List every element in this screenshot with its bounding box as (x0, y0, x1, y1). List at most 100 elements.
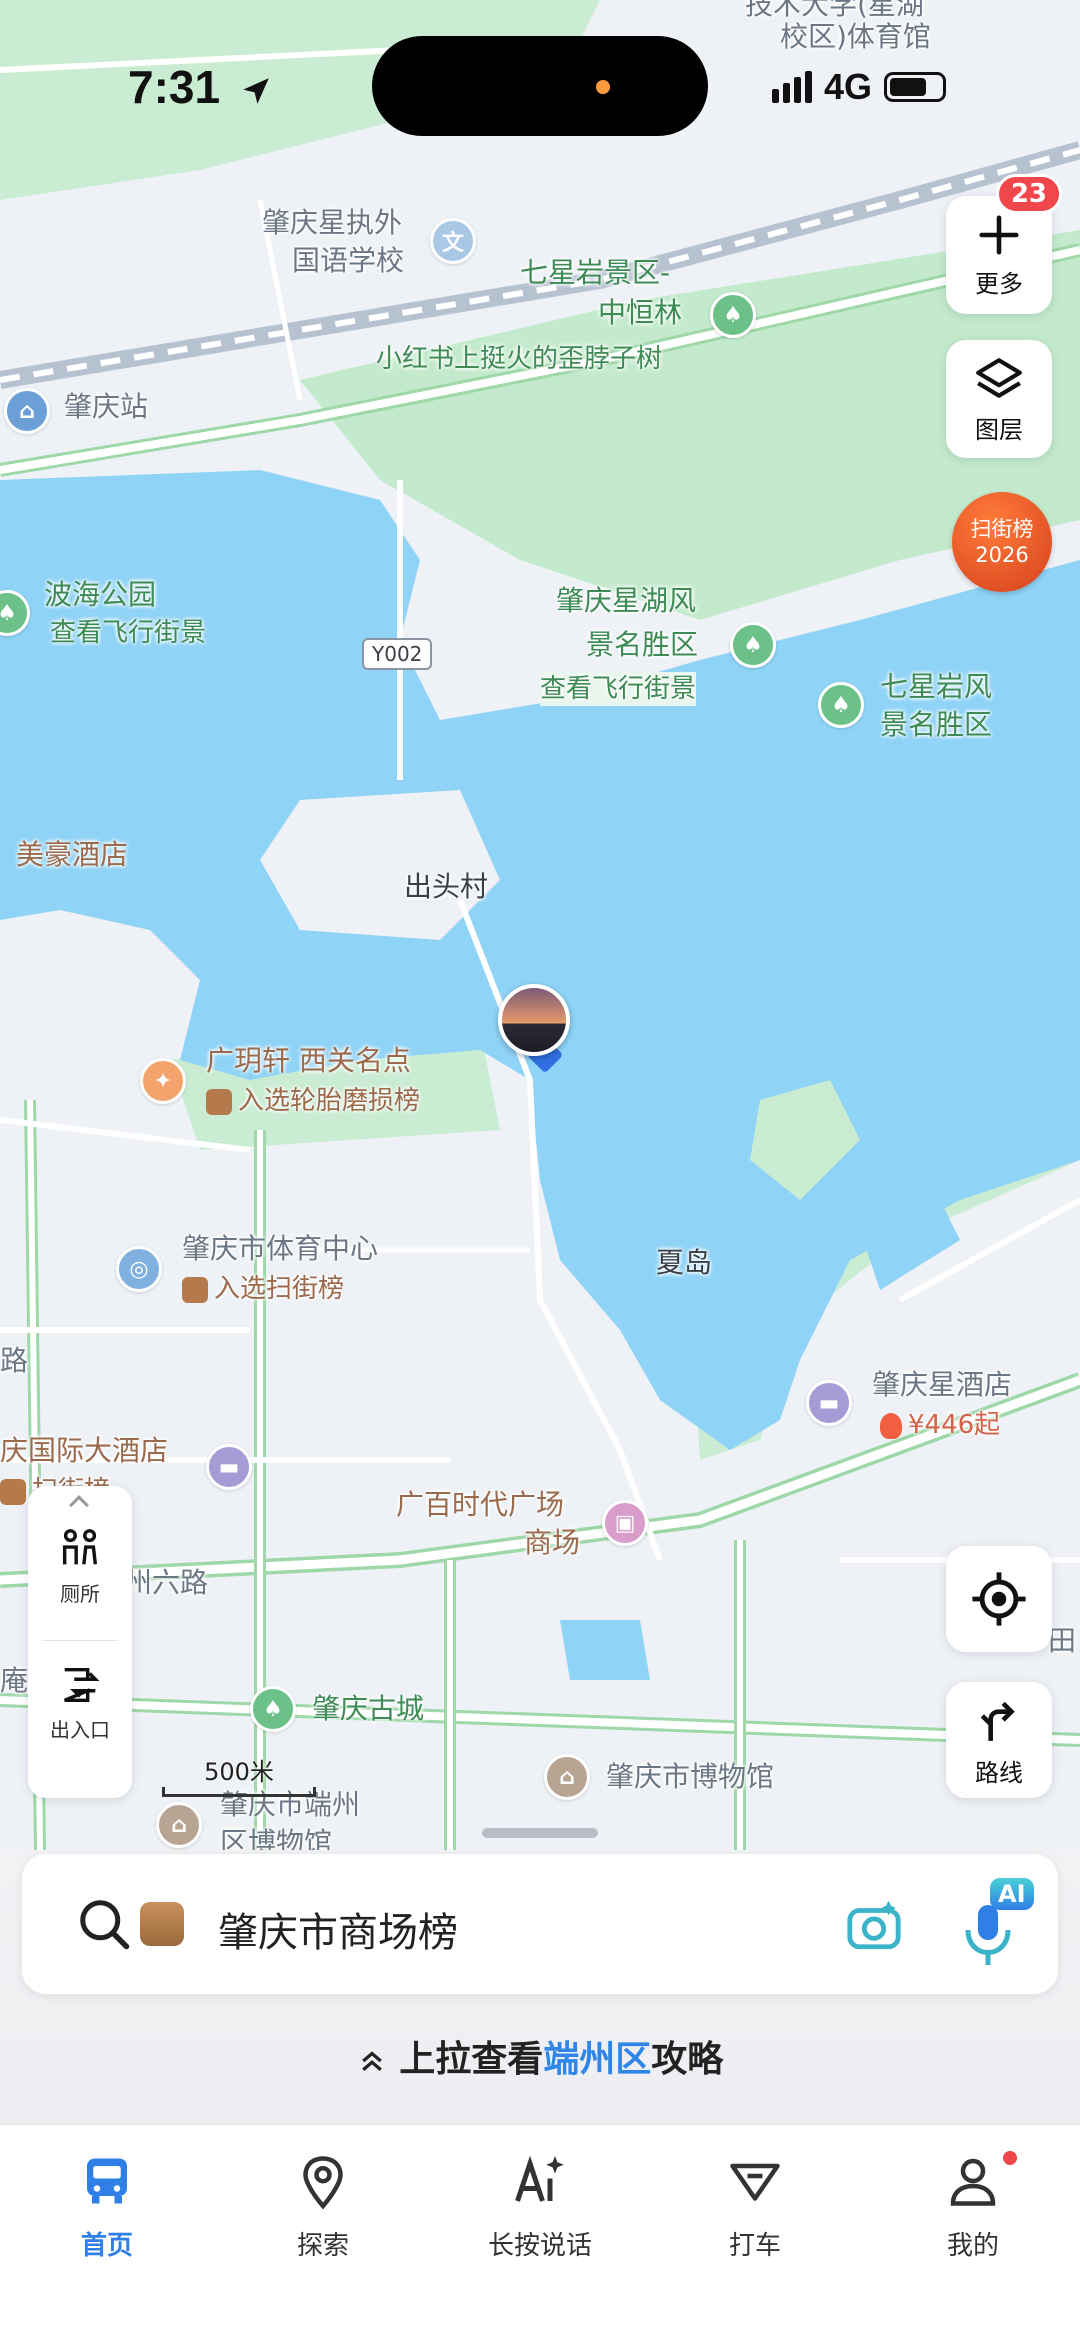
rank-hexagon-icon (140, 1902, 184, 1946)
rank-hexagon-icon (182, 1276, 208, 1303)
school-icon[interactable]: 文 (430, 218, 476, 264)
map-label-edge-right: 田 (1048, 1624, 1077, 1657)
map-label-restaurant[interactable]: 广玥轩 西关名点 (206, 1044, 411, 1078)
rank-hexagon-icon (206, 1088, 232, 1115)
notification-dot (1003, 2151, 1017, 2165)
tab-profile[interactable]: 我的 (893, 2151, 1053, 2262)
pullup-hint[interactable]: 上拉查看端州区攻略 (0, 2030, 1080, 2082)
more-badge: 23 (995, 174, 1062, 214)
street-rank-badge[interactable]: 扫街榜 2026 (952, 492, 1052, 592)
search-icon (80, 1900, 130, 1950)
rank-badge-line1: 扫街榜 (970, 517, 1034, 541)
map-label-lake-scenic[interactable]: 肇庆星湖风 (556, 584, 696, 618)
route-label: 路线 (975, 1758, 1023, 1787)
microphone-icon (965, 1905, 1011, 1965)
stadium-icon[interactable]: ◎ (116, 1246, 162, 1292)
ancient-city-icon[interactable]: ♠ (250, 1686, 296, 1732)
map-label-ancient-city[interactable]: 肇庆古城 (312, 1692, 424, 1726)
status-bar: 7:31 4G (0, 0, 1080, 160)
fire-icon (880, 1412, 902, 1439)
bus-icon (87, 2158, 127, 2204)
map-label-mall[interactable]: 广百时代广场 (396, 1488, 564, 1522)
map-label-hotel-price[interactable]: ¥446起 (880, 1408, 1000, 1442)
ai-voice-button[interactable]: AI (952, 1878, 1042, 1974)
map-label-road: 州六路 (124, 1566, 209, 1599)
map-label-station[interactable]: 肇庆站 (64, 390, 148, 424)
lake-street-view-link[interactable]: 查看飞行街景 (540, 672, 697, 706)
restaurant-icon[interactable]: ✦ (140, 1058, 186, 1104)
map-label-scenic-tip[interactable]: 小红书上挺火的歪脖子树 (376, 342, 662, 376)
locate-button[interactable] (946, 1546, 1052, 1652)
tab-voice[interactable]: 长按说话 (460, 2151, 620, 2262)
map-label-stadium[interactable]: 肇庆市体育中心 (182, 1232, 378, 1266)
taxi-icon (730, 2163, 780, 2201)
tab-home[interactable]: 首页 (27, 2151, 187, 2262)
search-bar[interactable]: 肇庆市商场榜 AI (22, 1854, 1058, 1994)
rank-hexagon-icon (0, 1478, 26, 1505)
map-label-qixing-scenic[interactable]: 七星岩风 (880, 670, 992, 704)
map-label-park[interactable]: 波海公园 (44, 578, 156, 612)
map-label-scenic-qixing-line2[interactable]: 中恒林 (598, 296, 682, 330)
chevron-up-icon[interactable] (69, 1495, 89, 1515)
map-label-scenic-qixing[interactable]: 七星岩景区- (520, 256, 670, 290)
layers-button[interactable]: 图层 (946, 340, 1052, 458)
ai-label: AI (990, 1878, 1034, 1910)
map-label-school[interactable]: 肇庆星执外 (262, 206, 402, 240)
hotel-price-text: ¥446起 (908, 1410, 1001, 1440)
map-label-hotel-star[interactable]: 肇庆星酒店 (872, 1368, 1012, 1402)
map-label-school-line2[interactable]: 国语学校 (292, 244, 404, 278)
museum-icon[interactable]: ⌂ (544, 1754, 590, 1800)
exit-label: 出入口 (50, 1718, 110, 1742)
map-label-mall-line2[interactable]: 商场 (524, 1526, 580, 1560)
pullup-district: 端州区 (543, 2039, 652, 2080)
sheet-grabber[interactable] (482, 1828, 598, 1838)
map-label-island[interactable]: 夏岛 (656, 1246, 712, 1280)
rank-badge-line2: 2026 (975, 543, 1029, 567)
tree-icon[interactable]: ♠ (710, 292, 756, 338)
more-button[interactable]: 更多 23 (946, 174, 1062, 314)
park-street-view-link[interactable]: 查看飞行街景 (50, 616, 206, 650)
battery-icon (884, 72, 947, 102)
toilet-button[interactable]: 厕所 (28, 1526, 132, 1607)
map-label-restaurant-tag[interactable]: 入选轮胎磨损榜 (206, 1084, 420, 1118)
layers-icon (976, 357, 1022, 398)
district-museum-icon[interactable]: ⌂ (156, 1802, 202, 1848)
tab-taxi-label: 打车 (728, 2231, 781, 2261)
qixing-tree-icon[interactable]: ♠ (818, 682, 864, 728)
tab-bar: 首页 探索 长按说话 打车 我的 (0, 2124, 1080, 2348)
map-label-hotel-intl[interactable]: 庆国际大酒店 (0, 1434, 168, 1468)
map-label-edge-left2: 庵 (0, 1664, 29, 1697)
map-scale: 500米 (162, 1752, 316, 1797)
shopping-bag-icon[interactable]: ▣ (602, 1500, 648, 1546)
tool-divider (42, 1640, 118, 1641)
restaurant-tag-text: 入选轮胎磨损榜 (238, 1086, 421, 1116)
map-label-hotel-meihao[interactable]: 美豪酒店 (16, 838, 128, 872)
lake-tree-icon[interactable]: ♠ (730, 622, 776, 668)
exit-button[interactable]: 出入口 (28, 1662, 132, 1743)
map-label-lake-scenic-line2[interactable]: 景名胜区 (586, 628, 698, 662)
route-button[interactable]: 路线 (946, 1682, 1052, 1798)
map-label-edge-left: 路 (0, 1344, 29, 1377)
plus-icon (979, 214, 1019, 255)
user-location-marker[interactable] (498, 984, 572, 1074)
camera-icon[interactable] (842, 1896, 906, 1954)
stadium-tag-text: 入选扫街榜 (214, 1274, 345, 1304)
tab-explore[interactable]: 探索 (243, 2151, 403, 2262)
status-right: 4G (772, 66, 947, 108)
map-label-stadium-tag[interactable]: 入选扫街榜 (182, 1272, 344, 1306)
train-station-icon[interactable]: ⌂ (4, 388, 50, 434)
status-time-text: 7:31 (128, 61, 221, 113)
road-tag-y002: Y002 (362, 638, 433, 670)
hotel-intl-icon[interactable]: ▬ (206, 1444, 252, 1490)
map-label-qixing-scenic-line2[interactable]: 景名胜区 (880, 708, 992, 742)
scale-label: 500米 (204, 1758, 274, 1786)
map-label-village[interactable]: 出头村 (404, 870, 488, 904)
location-arrow-icon (243, 78, 269, 104)
tab-taxi[interactable]: 打车 (675, 2151, 835, 2262)
layers-label: 图层 (975, 415, 1023, 444)
tab-explore-label: 探索 (296, 2231, 349, 2261)
hotel-icon[interactable]: ▬ (806, 1380, 852, 1426)
search-placeholder: 肇庆市商场榜 (218, 1910, 458, 1956)
double-chevron-up-icon (361, 2051, 382, 2071)
map-label-museum[interactable]: 肇庆市博物馆 (606, 1760, 774, 1794)
